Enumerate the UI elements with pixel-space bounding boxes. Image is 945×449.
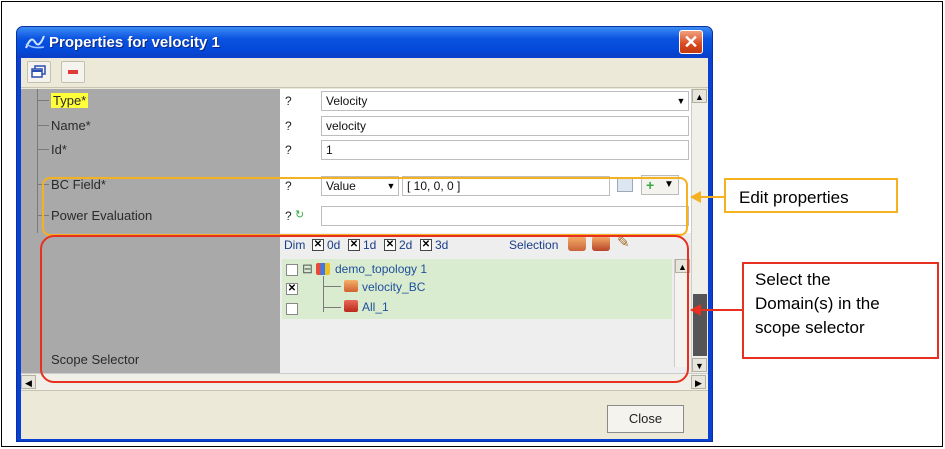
window-title: Properties for velocity 1 (49, 34, 220, 51)
windows-button[interactable] (27, 61, 51, 83)
annotation-arrow-line (714, 309, 742, 311)
tree-guide-line (37, 149, 49, 150)
help-icon[interactable]: ? (285, 94, 292, 108)
id-label: Id* (51, 142, 67, 157)
scroll-up-arrow[interactable]: ▲ (692, 89, 707, 103)
tree-guide-line (37, 89, 38, 233)
tree-guide-line (37, 100, 49, 101)
arrow-left-icon (690, 191, 701, 203)
close-button[interactable]: Close (607, 405, 684, 433)
scroll-down-arrow[interactable]: ▼ (692, 358, 707, 372)
edit-properties-callout: Edit properties (724, 178, 898, 213)
scope-selector-highlight (40, 235, 689, 383)
close-icon: ✕ (683, 32, 699, 52)
type-value: Velocity (326, 94, 368, 108)
app-icon (25, 35, 45, 49)
title-bar[interactable]: Properties for velocity 1 ✕ (17, 27, 712, 57)
select-domain-callout: Select the Domain(s) in the scope select… (742, 262, 939, 359)
type-select[interactable]: Velocity ▼ (321, 91, 689, 111)
windows-icon (31, 65, 46, 78)
name-label: Name* (51, 118, 91, 133)
name-value: velocity (326, 119, 367, 133)
dropdown-arrow-icon: ▼ (676, 96, 686, 106)
remove-button[interactable] (61, 61, 85, 83)
close-window-button[interactable]: ✕ (679, 30, 703, 54)
toolbar (21, 58, 708, 88)
id-input[interactable]: 1 (321, 140, 689, 160)
type-label: Type* (51, 93, 89, 108)
name-input[interactable]: velocity (321, 116, 689, 136)
id-value: 1 (326, 143, 333, 157)
scroll-left-arrow[interactable]: ◀ (21, 375, 36, 389)
arrow-left-icon (690, 304, 701, 316)
edit-properties-highlight (42, 177, 688, 236)
figure-frame: Properties for velocity 1 ✕ Type* Name* … (1, 1, 943, 447)
minus-icon (68, 70, 78, 74)
help-icon[interactable]: ? (285, 119, 292, 133)
tree-guide-line (37, 125, 49, 126)
dialog-footer: Close (21, 390, 708, 439)
help-icon[interactable]: ? (285, 143, 292, 157)
scroll-right-arrow[interactable]: ▶ (691, 375, 706, 389)
